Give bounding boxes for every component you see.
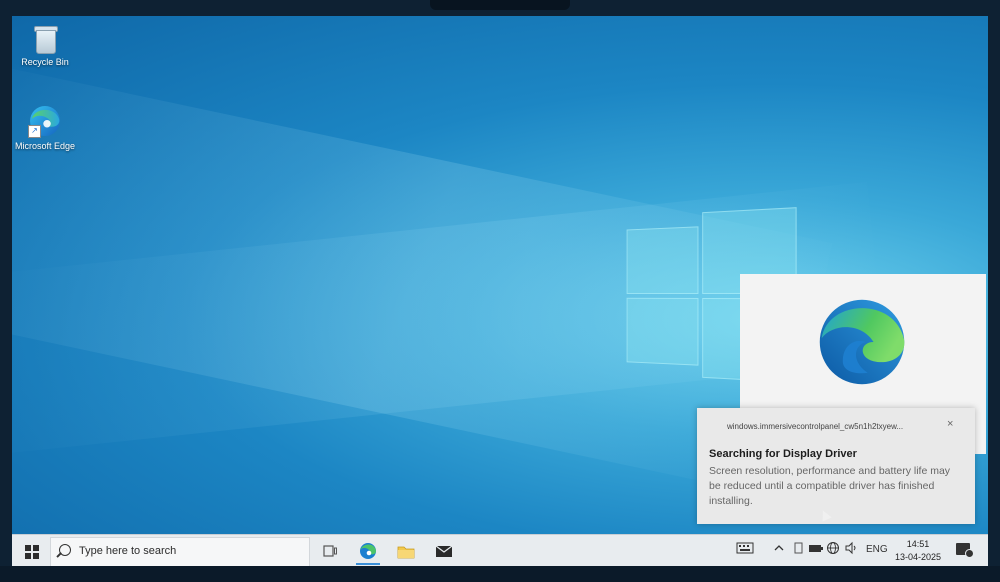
battery-icon[interactable] [808, 541, 824, 558]
action-center-icon[interactable] [956, 543, 974, 558]
taskbar-edge[interactable] [350, 537, 386, 565]
clock-time: 14:51 [906, 539, 930, 549]
toast-body: Screen resolution, performance and batte… [709, 465, 951, 507]
toast-notification[interactable]: windows.immersivecontrolpanel_cw5n1h2txy… [697, 408, 975, 524]
tray-device-icon[interactable] [792, 541, 804, 558]
volume-icon[interactable] [844, 541, 858, 558]
monitor-bezel-bottom [0, 566, 1000, 582]
taskbar: Type here to search ENG 14:51 13-04-2025 [12, 534, 988, 566]
search-placeholder: Type here to search [79, 545, 177, 557]
desktop-icon-microsoft-edge[interactable]: ↗ Microsoft Edge [13, 104, 77, 152]
file-explorer-icon [397, 546, 415, 559]
taskbar-search-box[interactable]: Type here to search [50, 537, 310, 566]
desktop-icon-label: Recycle Bin [21, 57, 69, 67]
active-app-indicator [356, 563, 380, 565]
desktop: Recycle Bin ↗ Microsoft Edge windows.imm… [12, 16, 988, 566]
notification-badge [965, 549, 974, 558]
edge-icon: ↗ [28, 104, 62, 138]
windows-icon [25, 545, 39, 559]
desktop-icon-label: Microsoft Edge [14, 141, 76, 151]
clock-date: 13-04-2025 [894, 552, 942, 562]
toast-title: Searching for Display Driver [709, 448, 857, 460]
start-button[interactable] [16, 537, 48, 565]
taskbar-mail[interactable] [426, 537, 462, 565]
edge-logo-icon [819, 299, 905, 385]
taskbar-file-explorer[interactable] [388, 537, 424, 565]
monitor-bezel-left [0, 0, 12, 582]
camera-notch [430, 0, 570, 10]
shortcut-arrow-icon: ↗ [28, 125, 41, 138]
recycle-bin-icon [32, 24, 58, 54]
task-view-icon [323, 545, 337, 557]
toast-close-button[interactable]: × [947, 418, 953, 430]
input-language[interactable]: ENG [866, 544, 888, 555]
network-globe-icon[interactable] [826, 541, 840, 558]
monitor-bezel-right [988, 0, 1000, 582]
taskbar-task-view[interactable] [312, 537, 348, 565]
tray-keyboard-icon[interactable] [736, 541, 754, 558]
edge-icon [360, 543, 376, 559]
toast-source-app: windows.immersivecontrolpanel_cw5n1h2txy… [727, 422, 904, 431]
chevron-up-icon[interactable] [774, 541, 784, 558]
desktop-icon-recycle-bin[interactable]: Recycle Bin [13, 24, 77, 68]
mail-icon [435, 545, 453, 557]
search-icon [59, 544, 71, 556]
taskbar-clock[interactable]: 14:51 13-04-2025 [894, 538, 942, 564]
